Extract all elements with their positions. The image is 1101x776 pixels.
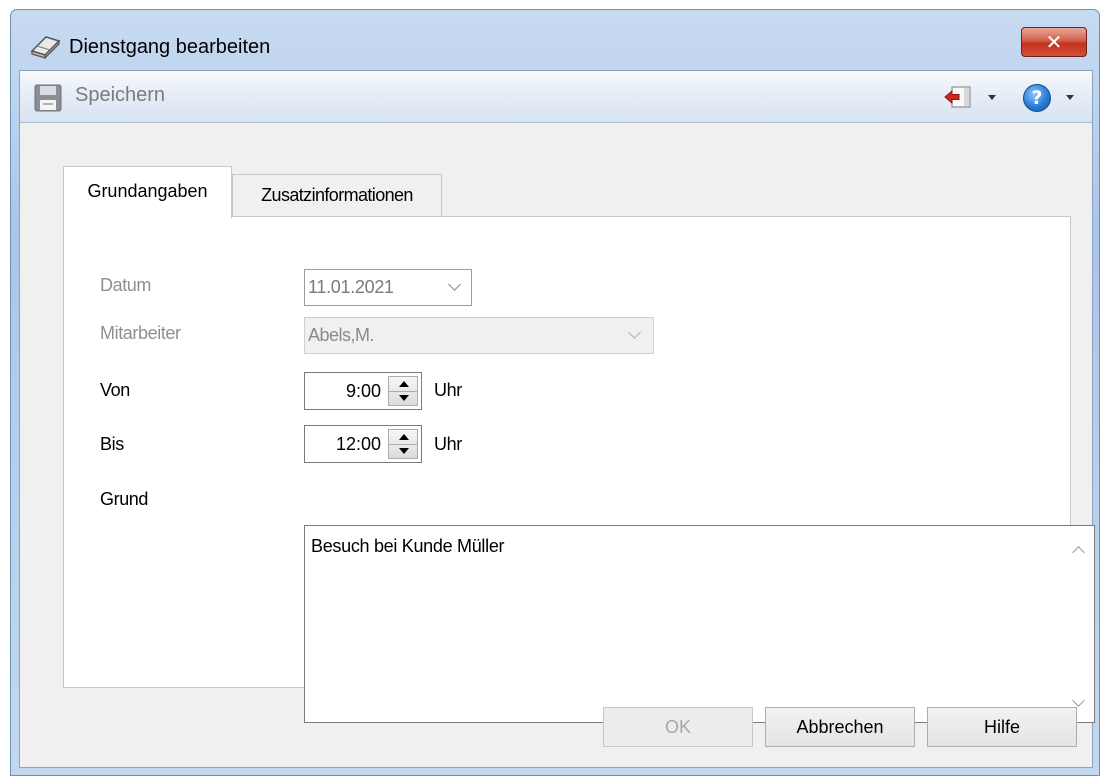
- tab-zusatzinformationen[interactable]: Zusatzinformationen: [232, 174, 442, 216]
- close-button[interactable]: ✕: [1021, 27, 1087, 57]
- spin-divider: [389, 444, 417, 445]
- von-time-spinner[interactable]: 9:00: [304, 372, 422, 410]
- mitarbeiter-select[interactable]: Abels,M.: [304, 317, 654, 354]
- datum-picker[interactable]: 11.01.2021: [304, 269, 472, 306]
- von-unit: Uhr: [434, 380, 462, 400]
- exit-icon[interactable]: [944, 85, 972, 109]
- help-button[interactable]: Hilfe: [927, 707, 1077, 747]
- bis-time-spinner[interactable]: 12:00: [304, 425, 422, 463]
- save-icon[interactable]: [34, 84, 62, 112]
- spin-up-icon[interactable]: [399, 381, 409, 387]
- datum-value: 11.01.2021: [308, 277, 394, 297]
- cancel-button[interactable]: Abbrechen: [765, 707, 915, 747]
- bis-label: Bis: [100, 434, 124, 454]
- bis-value: 12:00: [335, 434, 381, 454]
- grund-label: Grund: [100, 489, 149, 509]
- bis-spin-buttons[interactable]: [388, 429, 418, 459]
- tab-grundangaben[interactable]: Grundangaben: [63, 166, 232, 218]
- spin-down-icon[interactable]: [399, 395, 409, 401]
- ok-button[interactable]: OK: [603, 707, 753, 747]
- bis-unit: Uhr: [434, 434, 462, 454]
- von-spin-buttons[interactable]: [388, 376, 418, 406]
- von-value: 9:00: [345, 381, 381, 401]
- exit-dropdown-arrow-icon[interactable]: [988, 95, 996, 100]
- chevron-down-icon[interactable]: [1072, 694, 1085, 707]
- help-icon[interactable]: ?: [1023, 84, 1051, 112]
- dialog-window: Dienstgang bearbeiten ✕ Speichern ? Grun…: [10, 9, 1100, 776]
- grund-textarea[interactable]: Besuch bei Kunde Müller: [304, 525, 1095, 723]
- help-dropdown-arrow-icon[interactable]: [1066, 95, 1074, 100]
- spin-down-icon[interactable]: [399, 448, 409, 454]
- chevron-down-icon[interactable]: [448, 278, 461, 291]
- tab-panel-grundangaben: Datum 11.01.2021 Mitarbeiter Abels,M. Vo…: [63, 216, 1095, 723]
- spin-up-icon[interactable]: [399, 434, 409, 440]
- mitarbeiter-label: Mitarbeiter: [100, 323, 181, 343]
- window-title: Dienstgang bearbeiten: [69, 36, 271, 58]
- toolbar: Speichern ?: [20, 71, 1092, 123]
- vertical-scrollbar[interactable]: [1064, 526, 1094, 722]
- datum-label: Datum: [100, 275, 152, 295]
- chevron-down-icon[interactable]: [628, 326, 641, 339]
- chevron-up-icon[interactable]: [1072, 546, 1085, 559]
- client-area: Speichern ? Grundangaben Zusatzinformati…: [19, 70, 1095, 768]
- von-label: Von: [100, 380, 130, 400]
- mitarbeiter-value: Abels,M.: [308, 325, 375, 345]
- save-button[interactable]: Speichern: [75, 84, 165, 107]
- spin-divider: [389, 391, 417, 392]
- eraser-icon: [30, 36, 61, 59]
- title-bar: Dienstgang bearbeiten ✕: [11, 10, 1099, 70]
- grund-value: Besuch bei Kunde Müller: [311, 536, 505, 556]
